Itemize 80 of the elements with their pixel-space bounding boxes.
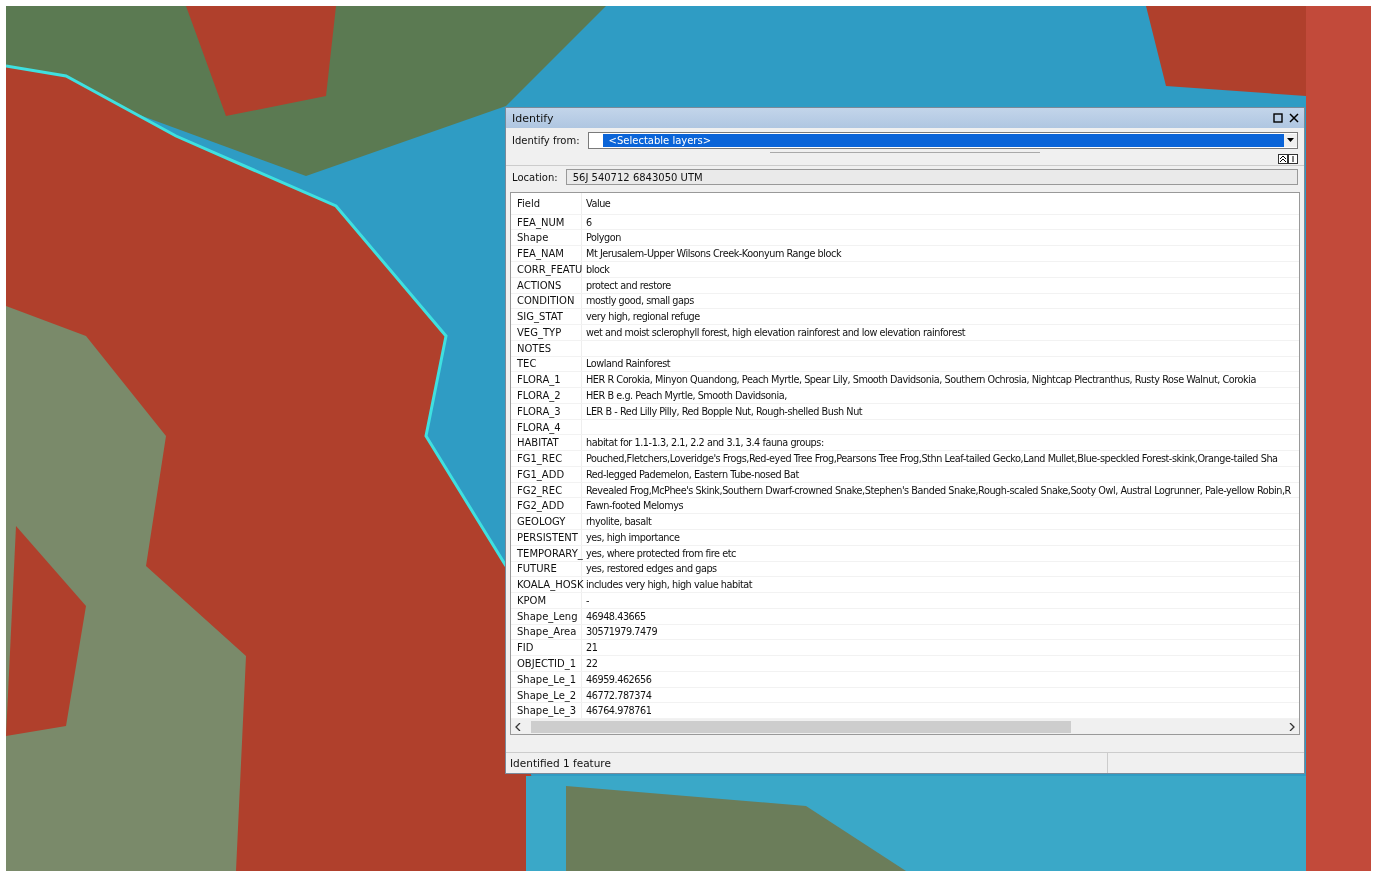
field-cell: Shape_Le_2 (511, 687, 582, 703)
field-cell: VEG_TYP (511, 325, 582, 340)
value-cell-text: Red-legged Pademelon, Eastern Tube-nosed Bat (585, 468, 799, 480)
maximize-icon (1273, 113, 1283, 123)
close-button[interactable] (1288, 112, 1300, 124)
value-cell-text: very high, regional refuge (585, 311, 700, 323)
field-cell: FID (511, 640, 582, 656)
layer-dropdown[interactable]: <Selectable layers> (587, 131, 1298, 149)
field-cell: FLORA_1 (511, 372, 582, 388)
identify-from-label: Identify from: (512, 134, 580, 146)
field-cell: FG2_ADD (511, 498, 582, 514)
value-cell-text: 22 (585, 658, 598, 669)
value-cell-text: mostly good, small gaps (585, 295, 694, 307)
value-cell-text: Revealed Frog,McPhee's Skink,Southern Dwarf-crowned Snake,Stephen's Banded Snake,Rough-scaled Snake,Sooty Owl, Austral Logrunner, Pale-yellow Robin,R (585, 484, 1291, 496)
status-text: Identified 1 feature (510, 757, 611, 769)
field-cell: CONDITION (511, 293, 582, 309)
field-cell: PERSISTENT (511, 530, 582, 545)
scroll-right-icon[interactable] (1289, 722, 1295, 731)
value-cell-text: block (585, 263, 610, 275)
value-cell-text: 46772.787374 (585, 689, 652, 701)
value-cell-text: habitat for 1.1-1.3, 2.1, 2.2 and 3.1, 3.4 fauna groups: (585, 437, 824, 449)
value-cell-text: - (585, 594, 590, 606)
value-cell-text: HER R Corokia, Minyon Quandong, Peach Myrtle, Spear Lily, Smooth Davidsonia, Southern Ochrosia, Nightcap Plectranthus, Rusty Rose Walnut, Corokia (585, 374, 1256, 386)
value-cell-text: Mt Jerusalem-Upper Wilsons Creek-Koonyum Range block (585, 248, 842, 260)
location-label: Location: (512, 171, 558, 183)
field-cell: FUTURE (511, 561, 582, 577)
value-cell-text: 21 (585, 642, 598, 654)
location-field[interactable]: 56J 540712 6843050 UTM (565, 169, 1298, 185)
field-cell: FLORA_4 (511, 419, 582, 435)
column-header: Value (585, 197, 611, 209)
dropdown-button[interactable] (1284, 133, 1297, 147)
value-cell-text: Lowland Rainforest (585, 358, 671, 370)
value-cell-text: yes, restored edges and gaps (585, 563, 717, 575)
field-cell: FG1_ADD (511, 466, 582, 482)
field-cell: NOTES (511, 340, 582, 356)
field-cell: ACTIONS (511, 277, 582, 293)
value-cell-text: 46948.43665 (585, 610, 646, 622)
value-cell-text: rhyolite, basalt (585, 516, 652, 528)
value-cell-text: 30571979.7479 (585, 626, 658, 638)
value-cell-text: protect and restore (585, 279, 671, 291)
value-cell-text: Pouched,Fletchers,Loveridge's Frogs,Red-eyed Tree Frog,Pearsons Tree Frog,Sthn Leaf-tailed Gecko,Land Mullet,Blue-speckled Forest-skink,Orange-tailed Sha (585, 453, 1278, 465)
field-cell: KOALA_HOSK (511, 577, 582, 593)
field-cell: Shape_Le_1 (511, 671, 582, 687)
value-cell-text: 6 (585, 216, 592, 228)
column-header: Field (511, 193, 582, 214)
field-cell: OBJECTID_1 (511, 656, 582, 671)
value-cell-text: yes, where protected from fire etc (585, 547, 736, 559)
value-cell-text: wet and moist sclerophyll forest, high elevation rainforest and low elevation rainforest (585, 326, 966, 338)
field-cell: Shape_Area (511, 624, 582, 640)
value-cell-text: HER B e.g. Peach Myrtle, Smooth Davidsonia, (585, 390, 787, 401)
value-cell-text: LER B - Red Lilly Pilly, Red Bopple Nut, Rough-shelled Bush Nut (585, 405, 863, 417)
maximize-button[interactable] (1272, 112, 1284, 124)
field-cell: FG1_REC (511, 451, 582, 466)
field-cell: FEA_NAM (511, 246, 582, 261)
close-icon (1289, 113, 1299, 123)
field-cell: CORR_FEATU (511, 262, 582, 277)
field-cell: FLORA_2 (511, 388, 582, 403)
field-cell: FG2_REC (511, 482, 582, 498)
field-cell: Shape_Le_3 (511, 703, 582, 719)
field-cell: TEC (511, 356, 582, 372)
field-cell: FEA_NUM (511, 214, 582, 230)
field-cell: Shape_Leng (511, 608, 582, 624)
expand-collapse-icon[interactable] (1278, 154, 1298, 164)
field-cell: HABITAT (511, 435, 582, 451)
field-cell: TEMPORARY_ (511, 545, 582, 561)
value-cell-text: Polygon (585, 232, 621, 244)
field-cell: Shape (511, 230, 582, 246)
field-cell: KPOM (511, 593, 582, 608)
scrollbar-thumb[interactable] (531, 720, 1071, 733)
scroll-left-icon[interactable] (515, 722, 521, 731)
value-cell-text: includes very high, high value habitat (585, 579, 753, 591)
caret-icon (1287, 138, 1294, 142)
field-cell: SIG_STAT (511, 309, 582, 325)
value-cell-text: 46764.978761 (585, 705, 652, 717)
field-cell: GEOLOGY (511, 514, 582, 529)
value-cell-text: yes, high importance (585, 531, 680, 543)
value-cell-text: Fawn-footed Melomys (585, 500, 684, 512)
field-cell: FLORA_3 (511, 403, 582, 419)
value-cell-text: 46959.462656 (585, 673, 652, 685)
window-title: Identify (512, 111, 555, 125)
